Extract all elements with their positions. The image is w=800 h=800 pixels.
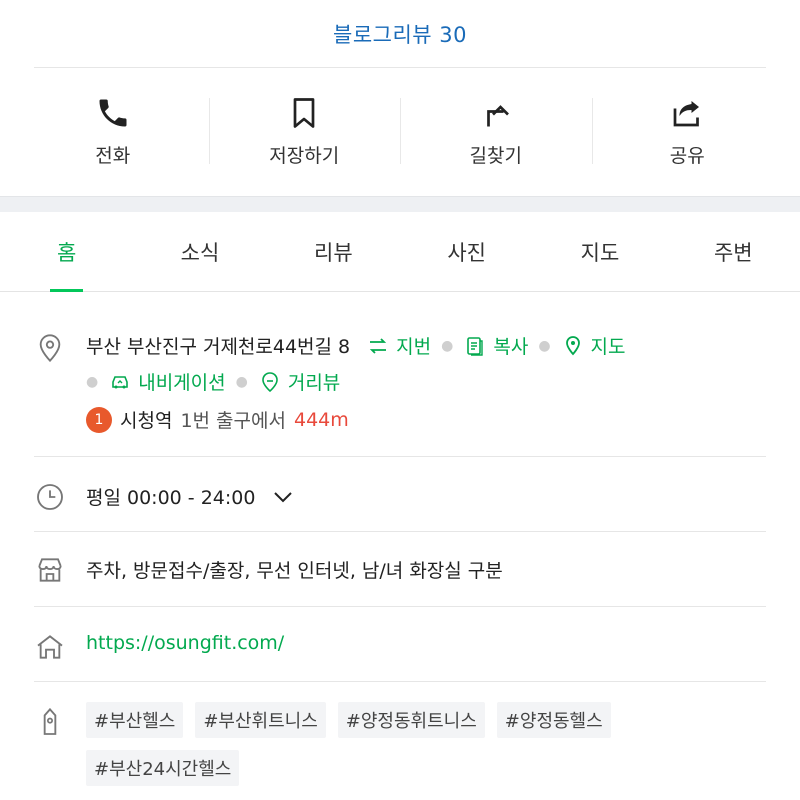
call-button[interactable]: 전화: [17, 68, 209, 196]
navigation-label: 내비게이션: [138, 372, 226, 394]
address-line: 부산 부산진구 거제천로44번길 8 지번 ● 복사 ● 지도: [86, 332, 626, 359]
station-exit: 1번 출구에서: [180, 410, 286, 432]
car-icon: [112, 375, 129, 388]
tab-photos[interactable]: 사진: [400, 212, 533, 291]
station-name: 시청역: [120, 410, 173, 432]
copy-icon: [467, 336, 484, 356]
phone-icon: [99, 99, 127, 126]
keyword-tags: #부산헬스 #부산휘트니스 #양정동휘트니스 #양정동헬스 #부산24시간헬스: [86, 702, 706, 786]
amenities-text: 주차, 방문접수/출장, 무선 인터넷, 남/녀 화장실 구분: [86, 560, 503, 582]
street-view-label: 거리뷰: [287, 372, 341, 394]
clock-icon: [34, 481, 66, 513]
home-icon: [34, 631, 66, 663]
station-line: 1 시청역 1번 출구에서 444m: [86, 406, 349, 433]
directions-icon: [486, 104, 509, 126]
tab-news[interactable]: 소식: [133, 212, 266, 291]
tab-home[interactable]: 홈: [0, 212, 133, 292]
location-pin-icon: [34, 332, 66, 364]
street-view-button[interactable]: 거리뷰: [258, 368, 340, 395]
bookmark-icon: [293, 97, 315, 128]
blog-review-link[interactable]: 블로그리뷰 30: [333, 19, 467, 49]
website-link[interactable]: https://osungfit.com/: [86, 632, 284, 654]
navigation-button[interactable]: 내비게이션: [108, 368, 226, 395]
blog-review-header: 블로그리뷰 30: [0, 0, 800, 68]
map-label: 지도: [590, 336, 626, 358]
address-text: 부산 부산진구 거제천로44번길 8: [86, 336, 351, 358]
address-actions-line: ● 내비게이션 ● 거리뷰: [86, 368, 340, 395]
share-icon: [673, 100, 700, 126]
keyword-tag[interactable]: #부산휘트니스: [195, 702, 326, 738]
tab-bar: 홈 소식 리뷰 사진 지도 주변: [0, 212, 800, 292]
tab-map[interactable]: 지도: [533, 212, 666, 291]
directions-button[interactable]: 길찾기: [400, 68, 592, 196]
hours-line: 평일 00:00 - 24:00: [86, 483, 295, 510]
store-icon: [34, 554, 66, 586]
website-line: https://osungfit.com/: [86, 632, 284, 654]
copy-button[interactable]: 복사: [463, 332, 528, 359]
tab-reviews[interactable]: 리뷰: [267, 212, 400, 291]
keyword-tag[interactable]: #양정동헬스: [496, 702, 611, 738]
share-label: 공유: [669, 144, 705, 167]
share-button[interactable]: 공유: [591, 68, 784, 196]
street-view-icon: [262, 371, 278, 392]
keyword-tag[interactable]: #부산24시간헬스: [86, 750, 240, 786]
directions-label: 길찾기: [469, 144, 522, 167]
keyword-tag[interactable]: #양정동휘트니스: [337, 702, 485, 738]
save-button[interactable]: 저장하기: [208, 68, 401, 196]
amenities-row: 주차, 방문접수/출장, 무선 인터넷, 남/녀 화장실 구분: [0, 532, 800, 607]
section-divider: [0, 196, 800, 212]
call-label: 전화: [95, 144, 131, 167]
swap-icon: [369, 337, 387, 354]
subway-line-badge: 1: [86, 406, 112, 433]
map-button[interactable]: 지도: [561, 332, 626, 359]
map-pin-icon: [565, 335, 580, 355]
website-row: https://osungfit.com/: [0, 607, 800, 682]
tags-row: #부산헬스 #부산휘트니스 #양정동휘트니스 #양정동헬스 #부산24시간헬스: [0, 682, 800, 800]
copy-label: 복사: [493, 336, 529, 358]
hours-row[interactable]: 평일 00:00 - 24:00: [0, 457, 800, 532]
chevron-down-icon[interactable]: [271, 485, 295, 509]
jibun-label: 지번: [396, 336, 432, 358]
save-label: 저장하기: [269, 144, 340, 167]
address-row: 부산 부산진구 거제천로44번길 8 지번 ● 복사 ● 지도 ● 내비게이션: [0, 292, 800, 457]
jibun-button[interactable]: 지번: [366, 332, 431, 359]
tab-nearby[interactable]: 주변: [667, 212, 800, 291]
keyword-tag[interactable]: #부산헬스: [86, 702, 184, 738]
tag-icon: [34, 706, 66, 738]
action-bar: 전화 저장하기 길찾기 공유: [17, 68, 783, 196]
hours-text: 평일 00:00 - 24:00: [86, 487, 256, 509]
station-distance: 444m: [293, 408, 349, 431]
